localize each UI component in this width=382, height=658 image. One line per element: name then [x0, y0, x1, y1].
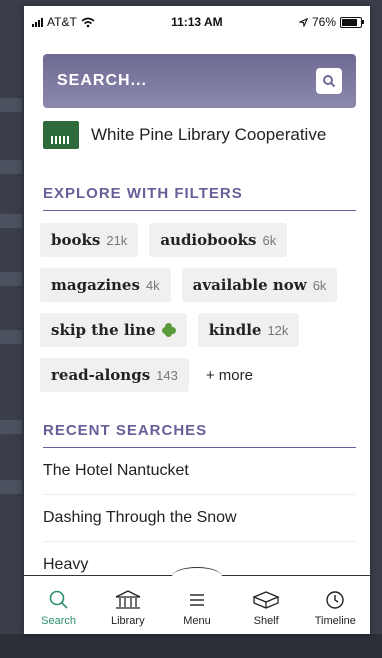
chip-label: books	[51, 231, 101, 249]
tab-label: Timeline	[314, 615, 356, 627]
background-strip	[0, 272, 22, 286]
search-bar[interactable]: SEARCH...	[43, 54, 356, 108]
status-time: 11:13 AM	[171, 15, 223, 29]
filter-chip-magazines[interactable]: magazines 4k	[40, 268, 171, 302]
background-page-footer	[0, 634, 382, 658]
carrier-label: AT&T	[47, 15, 77, 29]
timeline-icon	[326, 591, 345, 609]
filter-chip-skip-the-line[interactable]: skip the line	[40, 313, 187, 347]
tab-label: Search	[41, 615, 77, 627]
background-strip	[0, 160, 22, 174]
background-strip	[0, 330, 22, 344]
clover-icon	[161, 323, 176, 337]
filter-chip-books[interactable]: books 21k	[40, 223, 139, 257]
chip-label: skip the line	[51, 321, 156, 339]
background-strip	[0, 214, 22, 228]
chip-label: + more	[205, 366, 253, 384]
tab-label: Library	[110, 615, 145, 627]
explore-section-title: EXPLORE WITH FILTERS	[43, 185, 356, 211]
recent-search-item[interactable]: Dashing Through the Snow	[43, 495, 356, 542]
chip-count: 21k	[106, 232, 128, 248]
search-button[interactable]	[316, 68, 342, 94]
chip-label: magazines	[51, 276, 140, 294]
background-strip	[0, 98, 22, 112]
recent-search-item[interactable]: The Hotel Nantucket	[43, 448, 356, 495]
library-row[interactable]: White Pine Library Cooperative	[43, 121, 370, 149]
filter-chips: books 21k audiobooks 6k magazines 4k ava…	[40, 223, 360, 392]
chip-count: 4k	[145, 277, 160, 293]
location-arrow-icon	[298, 17, 308, 27]
chip-count: 6k	[262, 232, 277, 248]
chip-count: 6k	[312, 277, 327, 293]
tab-search[interactable]: Search	[26, 589, 92, 634]
filter-chip-kindle[interactable]: kindle 12k	[197, 313, 300, 347]
library-icon	[115, 590, 141, 609]
tab-bar-hump	[172, 567, 222, 586]
shelf-icon	[252, 591, 280, 609]
phone-screen: AT&T 11:13 AM 76% SEARCH... White Pine L…	[24, 6, 370, 634]
battery-percent: 76%	[311, 15, 336, 29]
chip-count: 143	[156, 367, 178, 383]
chip-label: audiobooks	[160, 231, 257, 249]
filter-chip-available-now[interactable]: available now 6k	[181, 268, 338, 302]
wifi-icon	[81, 17, 95, 27]
background-strip	[0, 420, 22, 434]
library-logo-icon	[43, 121, 79, 149]
recent-searches-title: RECENT SEARCHES	[43, 422, 356, 448]
status-bar: AT&T 11:13 AM 76%	[24, 6, 370, 38]
menu-icon	[189, 594, 204, 606]
search-placeholder[interactable]: SEARCH...	[57, 72, 147, 90]
tab-timeline[interactable]: Timeline	[302, 589, 368, 634]
search-icon	[323, 75, 336, 88]
chip-label: available now	[192, 276, 307, 294]
tab-label: Menu	[183, 615, 211, 627]
background-strip	[0, 480, 22, 494]
filter-chip-read-alongs[interactable]: read-alongs 143	[40, 358, 189, 392]
signal-icon	[32, 17, 43, 27]
tab-library[interactable]: Library	[95, 589, 161, 634]
tab-shelf[interactable]: Shelf	[233, 589, 299, 634]
filter-chip-audiobooks[interactable]: audiobooks 6k	[149, 223, 288, 257]
battery-icon	[340, 16, 364, 28]
chip-label: kindle	[208, 321, 262, 339]
chip-label: read-alongs	[51, 366, 151, 384]
search-icon	[49, 590, 68, 609]
chip-count: 12k	[267, 322, 289, 338]
library-name: White Pine Library Cooperative	[91, 125, 327, 144]
tab-label: Shelf	[253, 615, 279, 627]
bottom-tab-bar: Search Library Menu Shelf Timeline	[24, 567, 370, 634]
tab-menu[interactable]: Menu	[164, 589, 230, 634]
more-filters-link[interactable]: + more	[200, 358, 259, 392]
